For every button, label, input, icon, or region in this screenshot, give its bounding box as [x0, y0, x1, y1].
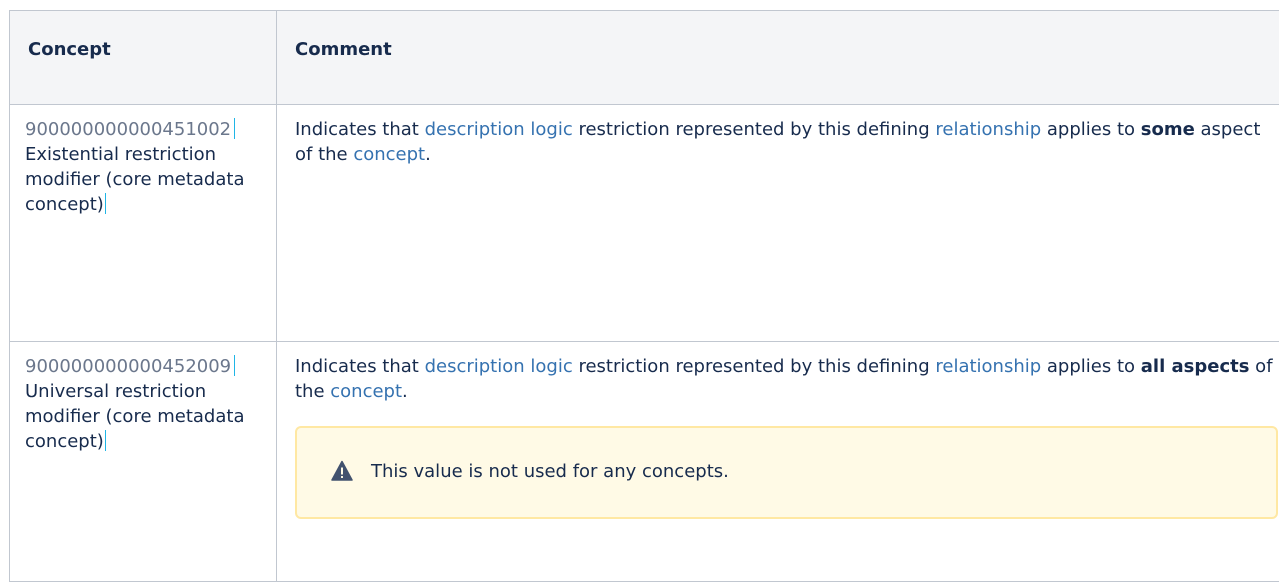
comment-cell: Indicates that description logic restric… — [277, 342, 1279, 582]
comment-text: Indicates that — [295, 356, 425, 377]
concept-term-delimiter-open — [234, 355, 235, 376]
comment-text: restriction represented by this defining — [573, 119, 936, 140]
concept-name: Universal restriction modifier (core met… — [25, 381, 244, 452]
concept-term-delimiter-close — [105, 193, 106, 214]
comment-text: restriction represented by this defining — [573, 356, 936, 377]
concept-table-container: Concept Comment 900000000000451002 Existe… — [9, 10, 1279, 582]
table-header-row: Concept Comment — [10, 11, 1279, 105]
table-row: 900000000000451002 Existential restrictio… — [10, 105, 1279, 342]
link-description-logic[interactable]: description logic — [425, 119, 573, 140]
link-relationship[interactable]: relationship — [935, 356, 1041, 377]
comment-text: applies to — [1041, 119, 1141, 140]
comment-cell: Indicates that description logic restric… — [277, 105, 1279, 342]
concept-cell: 900000000000452009 Universal restriction … — [10, 342, 277, 582]
comment-text: . — [425, 144, 431, 165]
comment-emphasis: all aspects — [1141, 356, 1250, 377]
header-concept: Concept — [10, 11, 277, 105]
link-relationship[interactable]: relationship — [935, 119, 1041, 140]
warning-triangle-icon — [331, 460, 353, 482]
concept-cell: 900000000000451002 Existential restrictio… — [10, 105, 277, 342]
concept-term-delimiter-close — [105, 430, 106, 451]
link-concept[interactable]: concept — [353, 144, 425, 165]
table-row: 900000000000452009 Universal restriction … — [10, 342, 1279, 582]
warning-text: This value is not used for any concepts. — [371, 459, 729, 484]
comment-text: . — [402, 381, 408, 402]
link-concept[interactable]: concept — [330, 381, 402, 402]
concept-term-delimiter-open — [234, 118, 235, 139]
link-description-logic[interactable]: description logic — [425, 356, 573, 377]
warning-panel: This value is not used for any concepts. — [295, 426, 1278, 519]
comment-text: applies to — [1041, 356, 1141, 377]
concept-id[interactable]: 900000000000452009 — [25, 356, 231, 377]
header-comment: Comment — [277, 11, 1279, 105]
comment-emphasis: some — [1141, 119, 1195, 140]
concept-id[interactable]: 900000000000451002 — [25, 119, 231, 140]
concept-table: Concept Comment 900000000000451002 Existe… — [9, 10, 1279, 582]
concept-name: Existential restriction modifier (core m… — [25, 144, 244, 215]
comment-text: Indicates that — [295, 119, 425, 140]
